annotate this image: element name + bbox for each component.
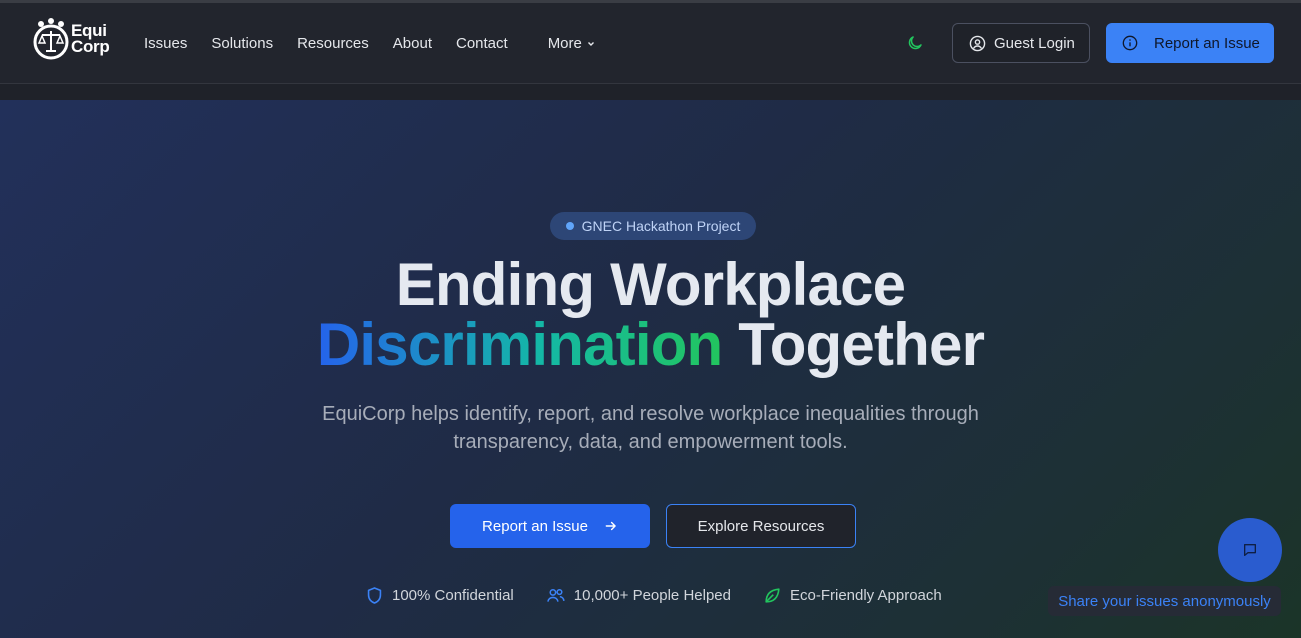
nav-item-about[interactable]: About xyxy=(393,35,432,52)
hero-title-highlight: Discrimination xyxy=(316,311,723,378)
main-nav: Issues Solutions Resources About Contact… xyxy=(144,3,620,84)
guest-login-label: Guest Login xyxy=(994,34,1075,52)
nav-more-label: More xyxy=(547,35,582,52)
feature-people-helped-label: 10,000+ People Helped xyxy=(573,587,731,604)
explore-resources-button[interactable]: Explore Resources xyxy=(666,504,856,548)
badge-dot-icon xyxy=(565,222,574,230)
nav-item-contact[interactable]: Contact xyxy=(456,35,508,52)
chevron-down-icon xyxy=(587,41,594,46)
logo[interactable]: Equi Corp xyxy=(32,17,110,61)
guest-login-button[interactable]: Guest Login xyxy=(952,23,1090,63)
feature-eco-friendly: Eco-Friendly Approach xyxy=(763,586,942,605)
explore-resources-label: Explore Resources xyxy=(697,517,825,535)
chat-icon xyxy=(1244,544,1256,556)
feature-eco-friendly-label: Eco-Friendly Approach xyxy=(789,587,942,604)
report-issue-header-label: Report an Issue xyxy=(1154,34,1260,52)
feature-list: 100% Confidential 10,000+ People Helped … xyxy=(365,586,974,605)
logo-wordmark: Equi Corp xyxy=(71,22,110,56)
chat-tooltip[interactable]: Share your issues anonymously xyxy=(1048,586,1281,616)
feature-confidential: 100% Confidential xyxy=(365,586,514,605)
report-issue-label: Report an Issue xyxy=(482,517,588,535)
feature-people-helped: 10,000+ People Helped xyxy=(546,586,731,605)
nav-more-dropdown[interactable]: More xyxy=(548,35,596,52)
theme-toggle-button[interactable] xyxy=(906,34,924,57)
logo-line-2: Corp xyxy=(71,37,110,56)
nav-item-issues[interactable]: Issues xyxy=(144,35,187,52)
scales-logo-icon xyxy=(33,18,69,60)
user-circle-icon xyxy=(969,35,986,51)
shield-icon xyxy=(367,587,382,604)
info-icon xyxy=(1122,35,1138,51)
report-issue-header-button[interactable]: Report an Issue xyxy=(1106,23,1274,63)
feature-confidential-label: 100% Confidential xyxy=(392,587,514,604)
hackathon-badge: GNEC Hackathon Project xyxy=(550,212,756,240)
nav-item-resources[interactable]: Resources xyxy=(297,35,369,52)
arrow-right-icon xyxy=(605,521,616,531)
leaf-icon xyxy=(765,588,780,603)
badge-label: GNEC Hackathon Project xyxy=(581,218,741,234)
hero-title-line1: Ending Workplace xyxy=(395,251,906,318)
hero-section: GNEC Hackathon Project Ending Workplace … xyxy=(0,100,1301,638)
hero-title: Ending Workplace Discrimination Together xyxy=(0,255,1301,375)
users-icon xyxy=(546,588,565,602)
anonymous-chat-button[interactable] xyxy=(1218,518,1282,582)
nav-item-solutions[interactable]: Solutions xyxy=(211,35,273,52)
moon-icon xyxy=(908,36,922,50)
report-issue-button[interactable]: Report an Issue xyxy=(450,504,650,548)
hero-title-rest: Together xyxy=(738,311,985,378)
top-navbar: Equi Corp Issues Solutions Resources Abo… xyxy=(0,3,1301,84)
hero-subtitle: EquiCorp helps identify, report, and res… xyxy=(322,403,979,453)
